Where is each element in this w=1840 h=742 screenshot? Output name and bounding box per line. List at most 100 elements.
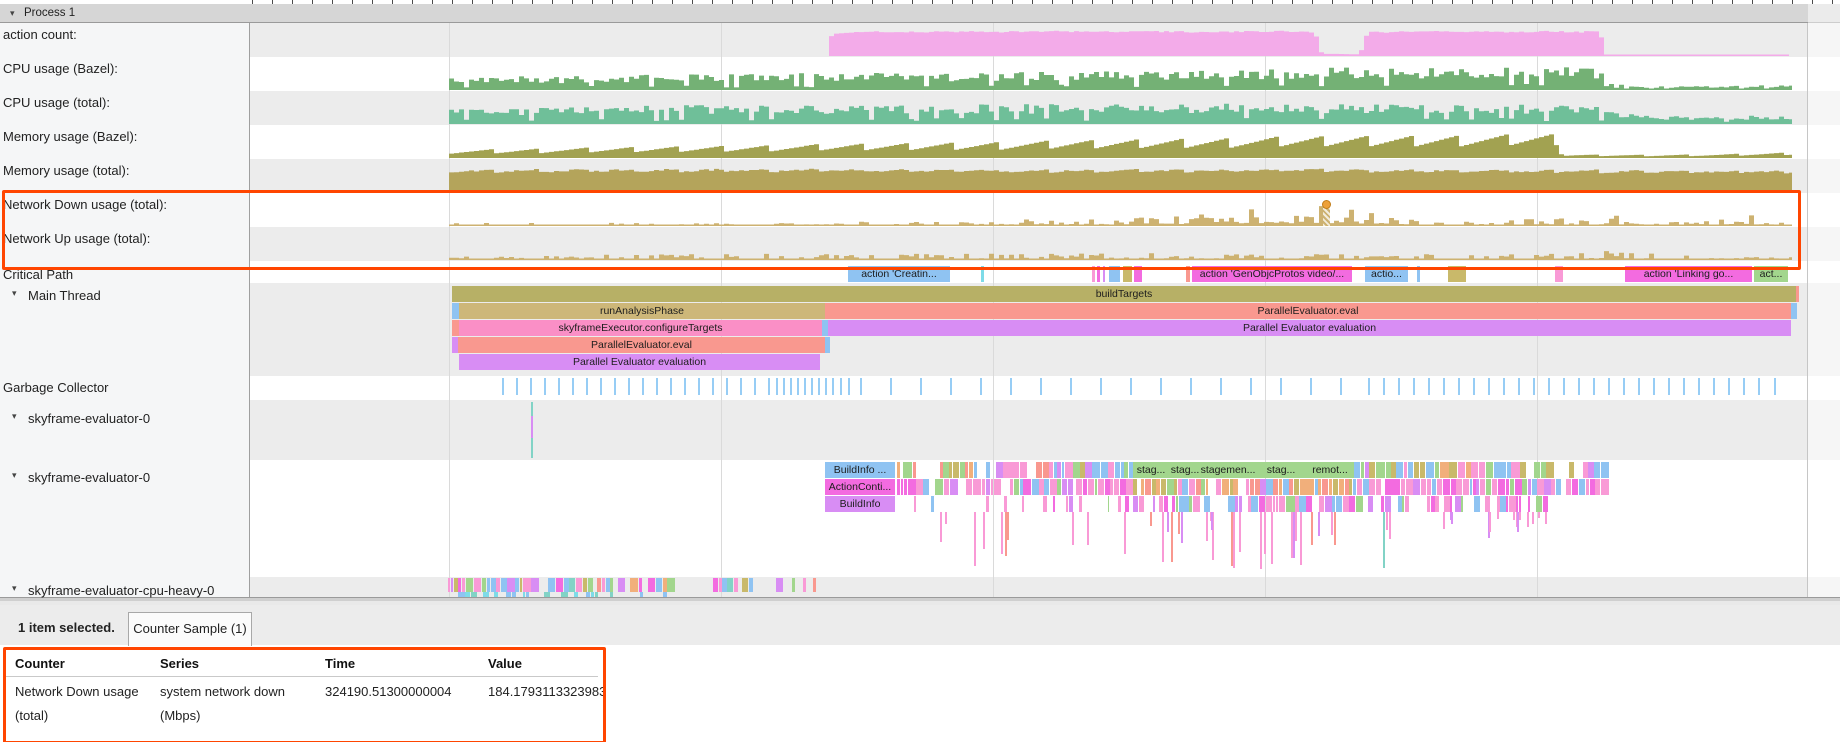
noise-slice[interactable] xyxy=(1586,479,1590,495)
noise-slice[interactable] xyxy=(982,479,985,495)
noise-slice[interactable] xyxy=(1473,479,1476,495)
noise-slice[interactable] xyxy=(1233,479,1237,495)
noise-slice[interactable] xyxy=(1129,462,1133,478)
noise-slice[interactable] xyxy=(1432,479,1436,495)
slice[interactable] xyxy=(1186,266,1190,282)
noise-slice[interactable] xyxy=(1594,462,1600,478)
noise-slice[interactable] xyxy=(991,479,994,495)
noise-slice[interactable] xyxy=(1161,479,1166,495)
noise-slice[interactable] xyxy=(648,578,656,592)
noise-slice[interactable] xyxy=(897,479,900,495)
slice[interactable] xyxy=(981,266,984,282)
noise-slice[interactable] xyxy=(1431,496,1434,512)
noise-slice[interactable] xyxy=(1235,496,1238,512)
gc-tick[interactable] xyxy=(1518,378,1520,395)
noise-slice[interactable] xyxy=(1085,462,1091,478)
noise-slice[interactable] xyxy=(515,578,519,592)
noise-slice[interactable] xyxy=(1036,462,1042,478)
noise-slice[interactable] xyxy=(719,578,722,592)
noise-slice[interactable] xyxy=(1066,496,1068,512)
noise-slice[interactable] xyxy=(1500,496,1505,512)
collapse-triangle-icon[interactable]: ▾ xyxy=(10,8,15,19)
noise-slice[interactable] xyxy=(1222,479,1229,495)
noise-slice[interactable] xyxy=(1105,479,1110,495)
noise-slice[interactable] xyxy=(1329,479,1333,495)
counter-chart[interactable] xyxy=(449,27,1792,56)
slice[interactable] xyxy=(1123,266,1132,282)
noise-slice[interactable] xyxy=(949,462,952,478)
noise-slice[interactable] xyxy=(462,578,466,592)
noise-slice[interactable] xyxy=(1443,479,1450,495)
noise-slice[interactable] xyxy=(1601,479,1604,495)
gc-tick[interactable] xyxy=(1713,378,1715,395)
cell-counter-line1[interactable]: Network Down usage xyxy=(15,684,139,699)
noise-slice[interactable] xyxy=(569,578,574,592)
gc-tick[interactable] xyxy=(600,378,602,395)
gc-tick[interactable] xyxy=(1623,378,1625,395)
gc-tick[interactable] xyxy=(980,378,982,395)
noise-slice[interactable] xyxy=(1451,479,1456,495)
noise-slice[interactable] xyxy=(1004,496,1007,512)
gc-tick[interactable] xyxy=(656,378,658,395)
gc-tick[interactable] xyxy=(1653,378,1655,395)
noise-slice[interactable] xyxy=(1092,462,1100,478)
noise-slice[interactable] xyxy=(1440,462,1449,478)
noise-slice[interactable] xyxy=(1108,462,1114,478)
gc-tick[interactable] xyxy=(1100,378,1102,395)
gc-tick[interactable] xyxy=(1383,378,1385,395)
tab-counter-sample[interactable]: Counter Sample (1) xyxy=(128,612,252,646)
noise-slice[interactable] xyxy=(943,462,949,478)
noise-slice[interactable] xyxy=(1474,496,1480,512)
noise-slice[interactable] xyxy=(1385,496,1388,512)
noise-slice[interactable] xyxy=(965,462,968,478)
noise-slice[interactable] xyxy=(1125,496,1129,512)
noise-slice[interactable] xyxy=(1376,479,1381,495)
noise-slice[interactable] xyxy=(1566,479,1571,495)
noise-slice[interactable] xyxy=(1153,496,1155,512)
noise-slice[interactable] xyxy=(1259,496,1265,512)
noise-slice[interactable] xyxy=(1466,462,1471,478)
noise-slice[interactable] xyxy=(1189,496,1192,512)
noise-slice[interactable] xyxy=(1043,496,1047,512)
noise-slice[interactable] xyxy=(588,578,593,592)
noise-slice[interactable] xyxy=(523,578,531,592)
slice[interactable]: stag... xyxy=(1170,462,1200,478)
noise-slice[interactable] xyxy=(496,578,500,592)
noise-slice[interactable] xyxy=(1365,462,1369,478)
noise-slice[interactable] xyxy=(897,462,900,478)
noise-slice[interactable] xyxy=(1368,496,1373,512)
gc-tick[interactable] xyxy=(614,378,616,395)
noise-slice[interactable] xyxy=(1299,496,1305,512)
noise-slice[interactable] xyxy=(482,578,486,592)
noise-slice[interactable] xyxy=(1519,496,1521,512)
noise-slice[interactable] xyxy=(1450,496,1452,512)
noise-slice[interactable] xyxy=(1306,496,1312,512)
noise-slice[interactable] xyxy=(1068,479,1073,495)
noise-slice[interactable] xyxy=(1206,479,1208,495)
noise-slice[interactable] xyxy=(916,479,922,495)
gc-tick[interactable] xyxy=(712,378,714,395)
gc-tick[interactable] xyxy=(1683,378,1685,395)
noise-slice[interactable] xyxy=(1133,479,1137,495)
noise-slice[interactable] xyxy=(1479,462,1486,478)
noise-slice[interactable] xyxy=(1361,462,1364,478)
noise-slice[interactable] xyxy=(1260,479,1265,495)
slice[interactable] xyxy=(1796,286,1799,302)
noise-slice[interactable] xyxy=(548,578,555,592)
noise-slice[interactable] xyxy=(1336,496,1342,512)
noise-slice[interactable] xyxy=(466,578,473,592)
noise-slice[interactable] xyxy=(1286,496,1292,512)
noise-slice[interactable] xyxy=(1471,462,1478,478)
noise-slice[interactable] xyxy=(950,479,958,495)
noise-slice[interactable] xyxy=(1414,462,1420,478)
noise-slice[interactable] xyxy=(1455,496,1460,512)
slice[interactable] xyxy=(1791,303,1797,319)
noise-slice[interactable] xyxy=(1176,496,1178,512)
noise-slice[interactable] xyxy=(1145,479,1151,495)
noise-slice[interactable] xyxy=(1583,462,1588,478)
noise-slice[interactable] xyxy=(1349,496,1355,512)
noise-slice[interactable] xyxy=(1486,462,1493,478)
noise-slice[interactable] xyxy=(1421,479,1427,495)
noise-slice[interactable] xyxy=(1480,479,1485,495)
selected-sample-dot-icon[interactable] xyxy=(1322,200,1331,209)
